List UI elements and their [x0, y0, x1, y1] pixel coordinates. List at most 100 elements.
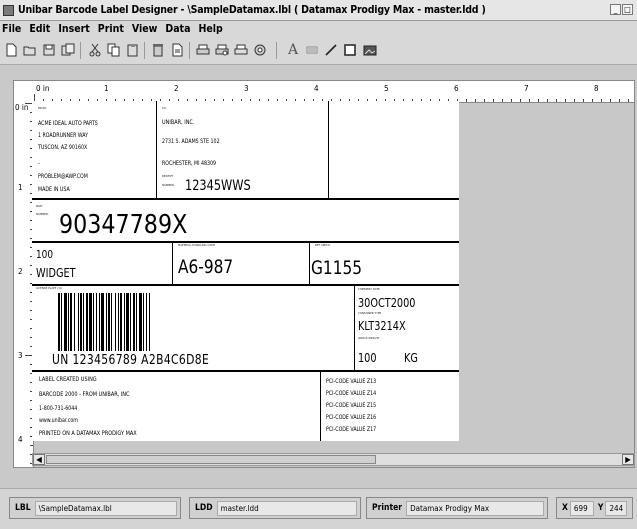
- footer-line[interactable]: 1-800-731-6044: [39, 405, 77, 412]
- menu-view[interactable]: View: [132, 23, 158, 35]
- to-line[interactable]: 2731 S. ADAMS STE 102: [162, 138, 220, 145]
- divider-line[interactable]: [320, 372, 321, 441]
- ruler-label: 3: [18, 351, 23, 360]
- save-icon[interactable]: [41, 42, 57, 58]
- footer-line[interactable]: LABEL CREATED USING: [39, 376, 97, 383]
- app-icon[interactable]: [3, 4, 14, 16]
- barcode-text[interactable]: UN 123456789 A2B4C6D8E: [52, 354, 209, 367]
- from-line[interactable]: ACME IDEAL AUTO PARTS: [38, 120, 98, 127]
- menu-print[interactable]: Print: [98, 23, 124, 35]
- ship-date-value[interactable]: 30OCT2000: [358, 297, 415, 309]
- divider-line[interactable]: [32, 284, 459, 286]
- menu-insert[interactable]: Insert: [58, 23, 89, 35]
- barcode-bar: [80, 293, 82, 351]
- container-value[interactable]: KLT3214X: [358, 320, 406, 332]
- ruler-tick: [493, 99, 494, 102]
- to-header[interactable]: TO:: [162, 107, 167, 110]
- divider-line[interactable]: [32, 370, 459, 372]
- printer-status-label: Printer: [372, 503, 403, 513]
- footer-line[interactable]: PRINTED ON A DATAMAX PRODIGY MAX: [39, 430, 137, 437]
- barcode-header[interactable]: LICENSE PLATE (1J): [36, 287, 62, 290]
- barcode-bar: [58, 293, 60, 351]
- material-header[interactable]: MATERIAL HANDLING CODE: [178, 244, 215, 247]
- gross-weight-unit[interactable]: KG: [404, 352, 418, 364]
- properties-icon[interactable]: [169, 42, 185, 58]
- minimize-button[interactable]: _: [610, 4, 621, 15]
- ref-header[interactable]: REF SPECS:: [315, 244, 331, 247]
- print-icon[interactable]: [195, 42, 211, 58]
- divider-line[interactable]: [32, 198, 459, 200]
- new-icon[interactable]: [3, 42, 19, 58]
- cut-icon[interactable]: [87, 42, 103, 58]
- save-as-icon[interactable]: [60, 42, 76, 58]
- print-preview-icon[interactable]: [214, 42, 230, 58]
- gross-weight-header[interactable]: GROSS WEIGHT: [358, 337, 379, 340]
- footer-line[interactable]: www.unibar.com: [39, 417, 78, 424]
- label-setup-icon[interactable]: [252, 42, 268, 58]
- receipt-number[interactable]: 12345WWS: [185, 179, 251, 193]
- description-value[interactable]: WIDGET: [36, 267, 76, 279]
- ruler-label: 2: [174, 84, 179, 93]
- receipt-header-2[interactable]: NUMBER:: [162, 184, 175, 187]
- from-header[interactable]: FROM:: [38, 107, 47, 110]
- pci-line[interactable]: PCI-CODE VALUE Z13: [326, 378, 376, 385]
- pci-line[interactable]: PCI-CODE VALUE Z17: [326, 426, 376, 433]
- menu-data[interactable]: Data: [165, 23, 190, 35]
- menu-help[interactable]: Help: [198, 23, 222, 35]
- ship-date-header[interactable]: SHIPMENT DATE: [358, 288, 380, 291]
- scroll-left-button[interactable]: ◀: [33, 454, 45, 465]
- barcode-bar: [115, 293, 116, 351]
- license-plate-barcode[interactable]: [46, 293, 208, 355]
- part-header-2[interactable]: NUMBER:: [36, 213, 49, 216]
- copy-icon[interactable]: [106, 42, 122, 58]
- from-line[interactable]: -: [38, 160, 40, 167]
- footer-line[interactable]: BARCODE 2000 - FROM UNIBAR, INC: [39, 391, 130, 398]
- from-line[interactable]: MADE IN USA: [38, 186, 70, 193]
- label-canvas[interactable]: FROM: ACME IDEAL AUTO PARTS 1 ROADRUNNER…: [32, 101, 459, 441]
- ruler-tick: [502, 99, 503, 102]
- divider-line[interactable]: [354, 285, 355, 370]
- maximize-button[interactable]: □: [622, 4, 633, 15]
- line-tool-icon[interactable]: [323, 42, 339, 58]
- divider-line[interactable]: [156, 101, 157, 198]
- pci-line[interactable]: PCI-CODE VALUE Z15: [326, 402, 376, 409]
- barcode-bar: [111, 293, 112, 351]
- receipt-header[interactable]: RECEIPT: [162, 175, 173, 178]
- paste-icon[interactable]: [125, 42, 141, 58]
- divider-line[interactable]: [328, 101, 329, 198]
- pci-line[interactable]: PCI-CODE VALUE Z16: [326, 414, 376, 421]
- top-ruler: 0 in 1 2 3 4 5 6 7 8: [14, 81, 634, 103]
- horizontal-scrollbar[interactable]: ◀ ▶: [32, 453, 635, 466]
- print-setup-icon[interactable]: [233, 42, 249, 58]
- from-line[interactable]: TUSCON, AZ 90160X: [38, 144, 87, 151]
- menu-edit[interactable]: Edit: [29, 23, 50, 35]
- ruler-tick: [511, 99, 512, 102]
- image-tool-icon[interactable]: [362, 42, 378, 58]
- box-tool-icon[interactable]: [342, 42, 358, 58]
- to-line[interactable]: UNIBAR, INC.: [162, 119, 194, 126]
- from-line[interactable]: 1 ROADRUNNER WAY: [38, 132, 88, 139]
- ref-value[interactable]: G1155: [311, 259, 362, 278]
- divider-line[interactable]: [32, 241, 459, 243]
- lbl-status-value: \SampleDatamax.lbl: [34, 500, 177, 516]
- to-line[interactable]: ROCHESTER, MI 48309: [162, 160, 216, 167]
- from-line[interactable]: PROBLEM@AWP.COM: [38, 173, 88, 180]
- menu-file[interactable]: File: [2, 23, 21, 35]
- ruler-tick: [601, 99, 602, 102]
- text-tool-icon[interactable]: A: [285, 42, 301, 58]
- gross-weight-value[interactable]: 100: [358, 352, 377, 364]
- container-header[interactable]: CONTAINER TYPE: [358, 312, 381, 315]
- part-header[interactable]: PART: [36, 205, 43, 208]
- open-icon[interactable]: [22, 42, 38, 58]
- delete-icon[interactable]: [150, 42, 166, 58]
- pci-line[interactable]: PCI-CODE VALUE Z14: [326, 390, 376, 397]
- scroll-right-button[interactable]: ▶: [622, 454, 634, 465]
- divider-line[interactable]: [172, 242, 173, 284]
- scroll-thumb[interactable]: [46, 455, 376, 464]
- material-value[interactable]: A6-987: [178, 258, 233, 277]
- quantity-value[interactable]: 100: [36, 249, 53, 260]
- barcode-tool-icon[interactable]: [304, 42, 320, 58]
- window-title: Unibar Barcode Label Designer - \SampleD…: [18, 4, 486, 16]
- part-number[interactable]: 90347789X: [59, 212, 187, 238]
- divider-line[interactable]: [309, 242, 310, 284]
